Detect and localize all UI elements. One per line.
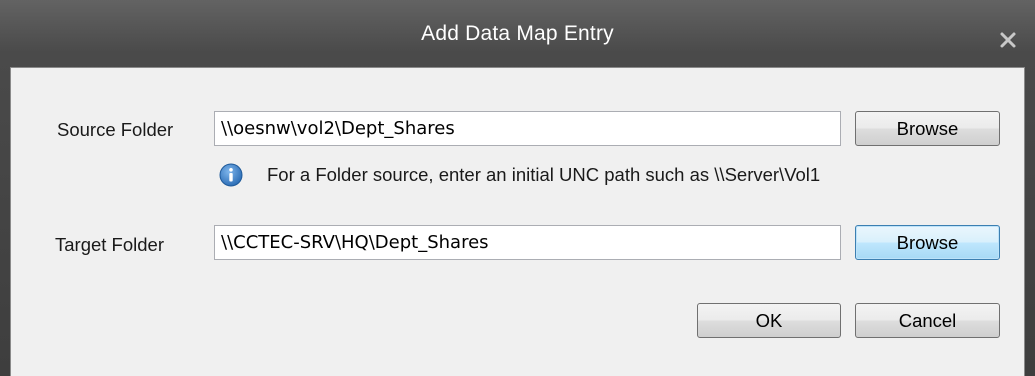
cancel-button[interactable]: Cancel bbox=[855, 303, 1000, 338]
source-browse-button[interactable]: Browse bbox=[855, 111, 1000, 146]
dialog-title: Add Data Map Entry bbox=[421, 22, 614, 45]
hint-text: For a Folder source, enter an initial UN… bbox=[267, 164, 821, 185]
close-button[interactable] bbox=[993, 24, 1023, 54]
info-icon bbox=[219, 163, 243, 187]
title-bar[interactable]: Add Data Map Entry bbox=[0, 0, 1035, 66]
source-folder-label: Source Folder bbox=[57, 119, 174, 140]
ok-button[interactable]: OK bbox=[697, 303, 841, 338]
target-browse-button[interactable]: Browse bbox=[855, 225, 1000, 260]
source-folder-input[interactable] bbox=[214, 111, 841, 146]
target-folder-label: Target Folder bbox=[55, 234, 164, 255]
close-icon bbox=[993, 24, 1023, 54]
dialog-window: Add Data Map Entry Source Folder Browse bbox=[0, 0, 1035, 376]
target-folder-input[interactable] bbox=[214, 225, 841, 260]
dialog-body: Source Folder Browse For a Folder source… bbox=[10, 67, 1025, 376]
